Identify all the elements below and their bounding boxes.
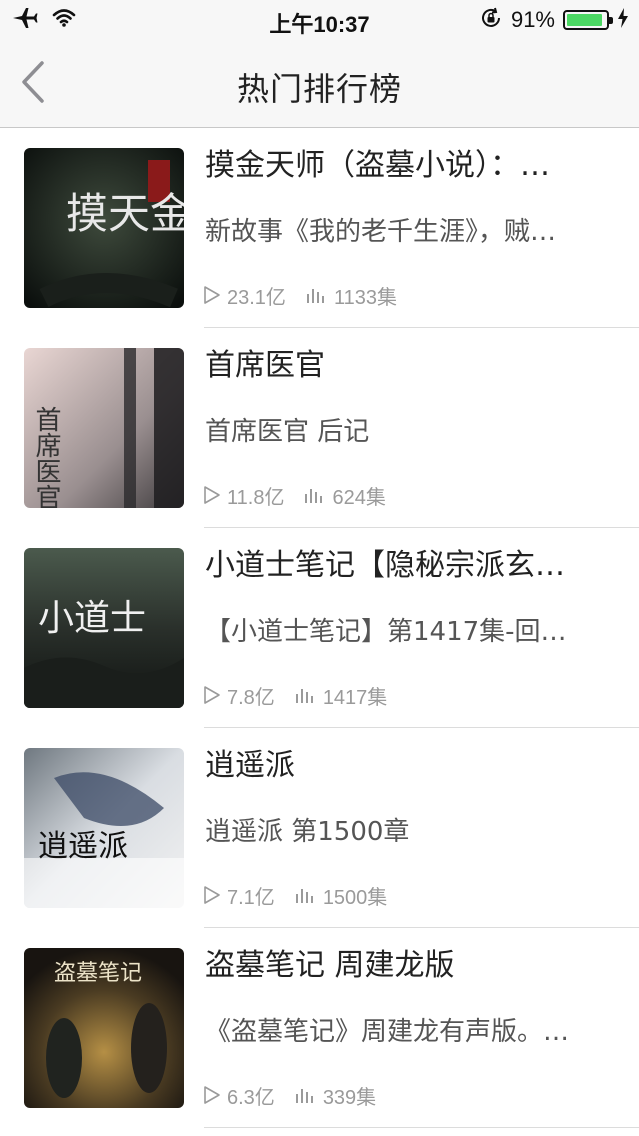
cover-title: 摸天金师: [66, 189, 184, 238]
status-bar: 上午10:37 91%: [0, 0, 639, 40]
item-meta: 6.3亿 339集: [203, 1080, 376, 1110]
item-title: 盗墓笔记 周建龙版: [205, 948, 455, 983]
play-icon: [203, 885, 221, 905]
item-description: 《盗墓笔记》周建龙有声版。…: [205, 1017, 570, 1047]
play-count: 7.1亿: [227, 886, 275, 909]
list-item[interactable]: 盗墓笔记 盗墓笔记 周建龙版 《盗墓笔记》周建龙有声版。… 6.3亿 339集: [0, 928, 639, 1128]
item-description: 逍遥派 第1500章: [205, 817, 410, 847]
cover-image: 逍遥派: [24, 748, 184, 908]
cover-image: 首席医官: [24, 348, 184, 508]
status-right: 91%: [479, 6, 629, 34]
battery-fill: [567, 14, 602, 26]
play-count: 7.8亿: [227, 686, 275, 709]
divider: [204, 1127, 639, 1128]
cover-image: 小道士: [24, 548, 184, 708]
episode-count: 1133集: [333, 286, 397, 309]
play-icon: [203, 485, 221, 505]
episode-count: 1500集: [322, 886, 388, 909]
cover-title: 小道士: [38, 598, 146, 639]
item-meta: 7.8亿 1417集: [203, 680, 387, 710]
episode-count: 624集: [332, 486, 386, 509]
item-meta: 23.1亿 1133集: [203, 280, 397, 310]
play-count: 11.8亿: [227, 486, 285, 509]
episodes-icon: [306, 286, 328, 304]
item-title: 首席医官: [205, 348, 325, 383]
battery-percent: 91%: [510, 7, 555, 32]
item-meta: 11.8亿 624集: [203, 480, 386, 510]
nav-bar: 热门排行榜: [0, 40, 639, 128]
item-title: 摸金天师（盗墓小说）：…: [205, 148, 550, 183]
episodes-icon: [295, 886, 317, 904]
list-item[interactable]: 摸天金师 摸金天师（盗墓小说）：… 新故事《我的老千生涯》，贼… 23.1亿 1…: [0, 128, 639, 328]
cover-title: 盗墓笔记: [54, 961, 142, 986]
battery-icon: [563, 10, 613, 30]
episode-count: 339集: [322, 1086, 377, 1109]
cover-title: 逍遥派: [38, 829, 128, 864]
cover-image: 摸天金师: [24, 148, 184, 308]
item-description: 新故事《我的老千生涯》，贼…: [205, 217, 557, 247]
play-icon: [203, 1085, 221, 1105]
episodes-icon: [295, 686, 317, 704]
play-count: 23.1亿: [227, 286, 286, 309]
play-icon: [203, 285, 221, 305]
ranking-list: 摸天金师 摸金天师（盗墓小说）：… 新故事《我的老千生涯》，贼… 23.1亿 1…: [0, 128, 639, 1128]
play-icon: [203, 685, 221, 705]
list-item[interactable]: 首席医官 首席医官 首席医官 后记 11.8亿 624集: [0, 328, 639, 528]
episode-count: 1417集: [322, 686, 388, 709]
play-count: 6.3亿: [227, 1086, 275, 1109]
page-title: 热门排行榜: [236, 70, 402, 108]
list-item[interactable]: 小道士 小道士笔记【隐秘宗派玄… 【小道士笔记】第1417集-回… 7.8亿 1…: [0, 528, 639, 728]
item-meta: 7.1亿 1500集: [203, 880, 387, 910]
rotation-lock-icon: [479, 6, 503, 34]
charging-icon: [617, 8, 629, 32]
item-description: 首席医官 后记: [205, 417, 370, 447]
episodes-icon: [295, 1086, 317, 1104]
item-title: 小道士笔记【隐秘宗派玄…: [205, 548, 565, 583]
item-title: 逍遥派: [205, 748, 295, 783]
cover-title: 首席医官: [31, 406, 61, 508]
episodes-icon: [304, 486, 326, 504]
cover-image: 盗墓笔记: [24, 948, 184, 1108]
list-item[interactable]: 逍遥派 逍遥派 逍遥派 第1500章 7.1亿 1500集: [0, 728, 639, 928]
item-description: 【小道士笔记】第1417集-回…: [205, 617, 567, 647]
